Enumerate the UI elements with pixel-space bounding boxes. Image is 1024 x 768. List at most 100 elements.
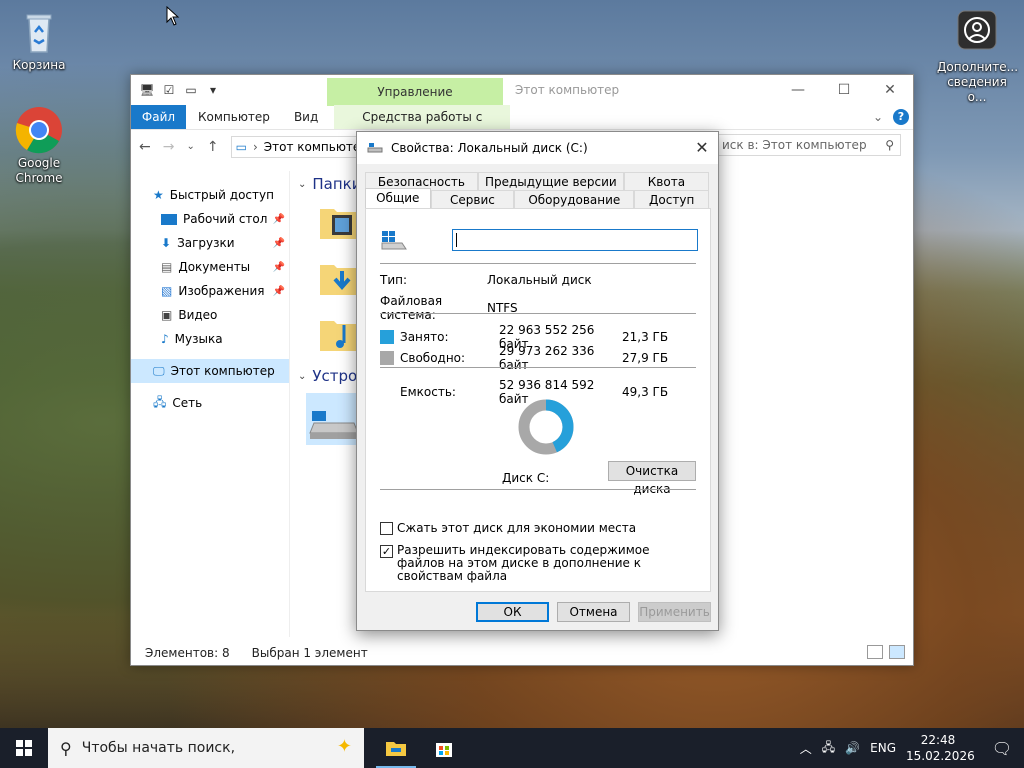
hard-drive-icon [309, 411, 359, 439]
video-folder-icon[interactable] [318, 203, 358, 243]
cancel-button[interactable]: Отмена [557, 602, 630, 622]
tab-view[interactable]: Вид [282, 105, 330, 129]
store-icon [436, 743, 452, 757]
computer-small-icon[interactable]: 🖥 [139, 82, 155, 98]
taskbar-search-placeholder: Чтобы начать поиск, [81, 740, 236, 756]
tab-file[interactable]: Файл [131, 105, 186, 129]
network-icon[interactable]: 🖧 [822, 738, 835, 759]
tab-computer[interactable]: Компьютер [186, 105, 282, 129]
free-gb: 27,9 ГБ [622, 351, 669, 365]
tab-disk-tools[interactable]: Средства работы с дисками [334, 105, 511, 148]
tab-general[interactable]: Общие [365, 188, 431, 208]
forward-arrow-icon[interactable]: → [163, 139, 175, 155]
recycle-bin-icon [15, 8, 63, 56]
taskbar-store[interactable] [420, 728, 468, 768]
pin-icon: 📌 [272, 285, 285, 297]
nav-item-this-pc[interactable]: 🖵 Этот компьютер [131, 359, 289, 383]
pin-icon: 📌 [272, 261, 285, 273]
drive-c-tile[interactable] [306, 393, 362, 445]
nav-item-desktop[interactable]: Рабочий стол 📌 [131, 207, 289, 231]
compress-checkbox-row[interactable]: Сжать этот диск для экономии места [380, 521, 636, 535]
mouse-cursor-icon [166, 6, 180, 26]
type-value: Локальный диск [487, 273, 592, 287]
search-box[interactable]: иск в: Этот компьютер ⚲ [715, 134, 901, 156]
help-icon[interactable]: ? [893, 109, 909, 125]
desktop-icon-recycle-bin[interactable]: Корзина [1, 8, 77, 73]
nav-item-label: Видео [178, 308, 218, 322]
system-tray: ︿ 🖧 🔊 ENG 22:48 15.02.2026 🗨 [800, 728, 1024, 768]
taskbar-search-box[interactable]: ⚲ Чтобы начать поиск, ✦ [48, 728, 364, 768]
clock-time: 22:48 [920, 733, 956, 747]
volume-icon[interactable]: 🔊 [845, 741, 860, 755]
index-checkbox-row[interactable]: ✓ Разрешить индексировать содержимое фай… [380, 544, 696, 583]
search-icon: ⚲ [885, 138, 894, 152]
dialog-close-button[interactable]: ✕ [686, 132, 718, 164]
pin-icon: 📌 [272, 213, 285, 225]
nav-item-video[interactable]: ▣ Видео [131, 303, 289, 327]
drive-label-input[interactable] [452, 229, 698, 251]
desktop-icon-user-info[interactable]: Дополните... сведения о... [937, 10, 1018, 105]
nav-item-pictures[interactable]: ▧ Изображения 📌 [131, 279, 289, 303]
desktop-icon-chrome[interactable]: Google Chrome [1, 106, 77, 186]
new-folder-icon[interactable]: ▭ [183, 82, 199, 98]
nav-item-label: Быстрый доступ [169, 188, 274, 202]
documents-icon: ▤ [161, 260, 173, 274]
group-header-folders[interactable]: ⌄ Папки [298, 175, 361, 193]
status-bar: Элементов: 8 Выбран 1 элемент [131, 641, 913, 665]
ribbon-right-controls: ⌄ ? [873, 109, 909, 125]
music-folder-icon[interactable] [318, 315, 358, 355]
tab-hardware[interactable]: Оборудование [514, 190, 635, 208]
clock[interactable]: 22:48 15.02.2026 [906, 732, 975, 764]
chevron-up-icon[interactable]: ︿ [800, 740, 812, 757]
taskbar-file-explorer[interactable] [372, 728, 420, 768]
taskbar: ⚲ Чтобы начать поиск, ✦ ︿ 🖧 🔊 ENG 22:48 … [0, 728, 1024, 768]
disk-cleanup-button[interactable]: Очистка диска [608, 461, 696, 496]
start-button[interactable] [0, 728, 48, 768]
index-checkbox[interactable]: ✓ [380, 545, 393, 558]
minimize-button[interactable]: — [775, 75, 821, 105]
search-icon: ⚲ [60, 738, 72, 758]
up-arrow-icon[interactable]: ↑ [207, 139, 219, 155]
tab-sharing[interactable]: Доступ [634, 190, 709, 208]
window-title: Этот компьютер [515, 83, 620, 97]
address-text: Этот компьюте [263, 139, 361, 154]
nav-item-quick-access[interactable]: ★ Быстрый доступ [131, 183, 289, 207]
pin-icon: 📌 [272, 237, 285, 249]
notifications-icon[interactable]: 🗨 [980, 739, 1024, 758]
address-bar[interactable]: ▭ › Этот компьюте [230, 135, 365, 158]
nav-item-documents[interactable]: ▤ Документы 📌 [131, 255, 289, 279]
downloads-folder-icon[interactable] [318, 259, 358, 299]
recent-locations-icon[interactable]: ⌄ [186, 141, 194, 152]
tab-quota[interactable]: Квота [623, 172, 709, 190]
windows-logo-icon [16, 740, 32, 756]
ok-button[interactable]: ОК [476, 602, 549, 622]
tab-tools[interactable]: Сервис [430, 190, 515, 208]
properties-icon[interactable]: ☑ [161, 82, 177, 98]
nav-item-downloads[interactable]: ⬇ Загрузки 📌 [131, 231, 289, 255]
large-icons-view-icon[interactable] [889, 645, 905, 659]
expand-ribbon-icon[interactable]: ⌄ [873, 110, 883, 124]
nav-item-music[interactable]: ♪ Музыка [131, 327, 289, 351]
copilot-sparkle-icon[interactable]: ✦ [337, 736, 352, 757]
maximize-button[interactable]: ☐ [821, 75, 867, 105]
back-arrow-icon[interactable]: ← [139, 139, 151, 155]
nav-item-label: Сеть [172, 396, 203, 410]
desktop-icon [161, 213, 177, 225]
close-button[interactable]: ✕ [867, 75, 913, 105]
computer-icon: 🖵 [153, 363, 165, 378]
compress-checkbox[interactable] [380, 522, 393, 535]
manage-contextual-tab-header[interactable]: Управление [327, 78, 503, 106]
customize-toolbar-icon[interactable]: ▾ [205, 82, 221, 98]
nav-item-network[interactable]: 🖧 Сеть [131, 391, 289, 415]
status-selected: Выбран 1 элемент [251, 646, 368, 660]
details-view-icon[interactable] [867, 645, 883, 659]
file-explorer-icon [386, 742, 406, 756]
navigation-pane: ★ Быстрый доступ Рабочий стол 📌 ⬇ Загруз… [131, 171, 289, 637]
explorer-titlebar: 🖥 ☑ ▭ ▾ Управление Этот компьютер — ☐ ✕ [131, 75, 913, 106]
free-color-swatch [380, 351, 394, 365]
tab-previous-versions[interactable]: Предыдущие версии [477, 172, 624, 190]
disk-caption: Диск C: [502, 471, 549, 485]
desktop-icon-label: Корзина [12, 58, 66, 72]
language-indicator[interactable]: ENG [870, 741, 896, 755]
apply-button[interactable]: Применить [638, 602, 711, 622]
